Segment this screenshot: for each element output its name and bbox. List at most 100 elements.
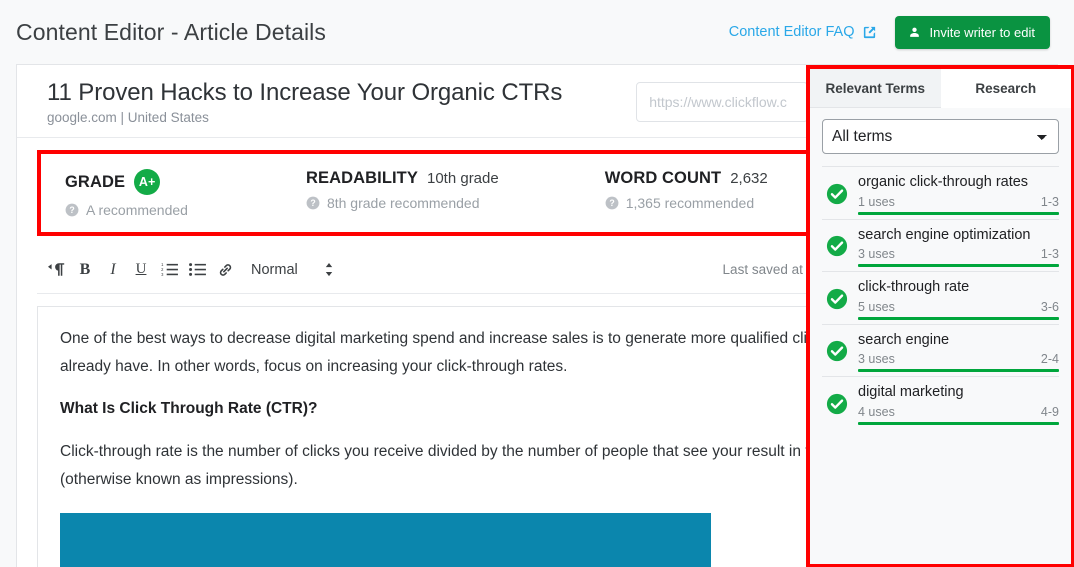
metric-readability-value: 10th grade [426,170,499,187]
article-title: 11 Proven Hacks to Increase Your Organic… [47,79,563,106]
term-name: digital marketing [858,384,964,401]
check-circle-icon [826,393,848,415]
term-meta: 4 uses 4-9 [858,405,1059,419]
metric-readability-top: READABILITY 10th grade [306,169,499,188]
metric-grade-top: GRADE A+ [65,169,188,195]
invite-button-label: Invite writer to edit [929,24,1036,40]
up-down-chevron-icon [325,262,332,277]
sidebar-body: All terms organic click-through rates 1 … [810,108,1071,429]
term-uses: 1 uses [858,194,895,209]
metric-readability-sub-label: 8th grade recommended [326,195,480,211]
term-content: search engine 3 uses 2-4 [858,331,1059,373]
list-item[interactable]: search engine optimization 3 uses 1-3 [822,218,1059,272]
term-range: 2-4 [1040,352,1059,367]
sidebar-tabs: Relevant Terms Research [810,69,1071,108]
metric-grade: GRADE A+ ? A recommended [65,169,188,218]
article-subtitle: google.com | United States [47,110,209,125]
metric-readability-sub: ? 8th grade recommended [306,195,499,211]
link-glyph [219,263,231,276]
term-meta: 5 uses 3-6 [858,300,1059,314]
metric-word-count-sub-label: 1,365 recommended [625,195,755,211]
term-uses: 3 uses [858,247,895,262]
italic-icon[interactable]: I [99,257,127,283]
term-progress-bar [858,316,1059,320]
term-uses: 3 uses [858,352,895,367]
term-progress-bar [858,264,1059,268]
metric-word-count-top: WORD COUNT 2,632 [605,169,768,188]
metric-word-count: WORD COUNT 2,632 ? 1,365 recommended [605,169,768,211]
term-list: organic click-through rates 1 uses 1-3 s… [822,166,1059,429]
bold-icon[interactable]: B [71,257,99,283]
top-bar-actions: Content Editor FAQ Invite writer to edit [729,15,1050,49]
metric-word-count-label: WORD COUNT [604,169,722,187]
term-meta: 3 uses 2-4 [858,352,1059,366]
term-range: 4-9 [1040,404,1059,419]
term-content: organic click-through rates 1 uses 1-3 [858,173,1059,215]
url-input[interactable] [636,82,809,122]
list-item[interactable]: click-through rate 5 uses 3-6 [822,271,1059,324]
unordered-list-icon[interactable] [183,257,211,283]
tab-research[interactable]: Research [940,69,1071,108]
invite-writer-to-edit-button[interactable]: Invite writer to edit [894,15,1050,49]
svg-text:3: 3 [161,272,164,277]
help-circle-icon[interactable]: ? [65,203,79,217]
user-icon [909,27,919,37]
metric-grade-sub: ? A recommended [65,202,188,218]
help-circle-icon[interactable]: ? [605,196,619,210]
term-range: 3-6 [1040,299,1059,314]
editor-card: 11 Proven Hacks to Increase Your Organic… [16,64,1074,567]
term-content: click-through rate 5 uses 3-6 [858,278,1059,320]
check-circle-icon [826,288,848,309]
list-item[interactable]: digital marketing 4 uses 4-9 [822,376,1059,429]
term-range: 1-3 [1040,194,1059,209]
check-circle-icon [826,183,848,204]
term-range: 1-3 [1040,247,1059,262]
svg-text:?: ? [310,198,315,208]
underline-icon[interactable]: U [127,257,155,283]
external-link-icon [863,26,875,38]
list-item[interactable]: organic click-through rates 1 uses 1-3 [822,166,1059,219]
term-meta: 3 uses 1-3 [858,247,1059,261]
svg-text:?: ? [609,198,614,208]
list-item[interactable]: search engine 3 uses 2-4 [822,323,1059,377]
check-circle-icon [826,236,848,257]
check-circle-icon [826,341,848,362]
ordered-list-icon[interactable]: 1 2 3 [155,257,183,283]
metric-word-count-sub: ? 1,365 recommended [605,195,768,211]
metric-grade-sub-label: A recommended [86,202,188,218]
term-uses: 4 uses [858,404,895,419]
content-editor-faq-link[interactable]: Content Editor FAQ [729,24,877,40]
top-bar: Content Editor - Article Details Content… [0,0,1074,64]
paragraph-direction-glyph [48,263,65,276]
terms-sidebar-annotation-box: Relevant Terms Research All terms organi… [806,65,1074,567]
metric-readability: READABILITY 10th grade ? 8th grade recom… [306,169,499,211]
metric-word-count-value: 2,632 [730,170,768,187]
unordered-list-glyph [188,263,206,276]
tab-relevant-terms[interactable]: Relevant Terms [810,69,941,108]
metric-grade-label: GRADE [65,172,126,191]
page-title: Content Editor - Article Details [16,18,326,45]
term-name: search engine optimization [858,226,1031,243]
paragraph-direction-icon[interactable] [43,257,71,283]
ordered-list-glyph: 1 2 3 [161,262,178,277]
metric-readability-label: READABILITY [305,169,418,187]
article-identity: 11 Proven Hacks to Increase Your Organic… [33,79,636,125]
term-content: digital marketing 4 uses 4-9 [858,383,1059,425]
term-progress-bar [858,211,1059,215]
link-icon[interactable] [211,257,239,283]
text-style-dropdown[interactable]: Normal [251,262,334,278]
help-circle-icon[interactable]: ? [306,196,320,210]
document-image: CLICKS [60,513,711,567]
term-filter-select[interactable]: All terms [822,119,1059,154]
grade-badge: A+ [134,169,161,195]
term-meta: 1 uses 1-3 [858,195,1059,209]
term-progress-bar [858,421,1059,425]
term-name: organic click-through rates [858,174,1029,190]
term-name: click-through rate [858,279,970,296]
term-content: search engine optimization 3 uses 1-3 [858,226,1059,268]
term-progress-bar [858,369,1059,373]
text-style-value: Normal [251,261,298,278]
term-uses: 5 uses [858,299,895,314]
svg-text:?: ? [69,205,74,215]
faq-link-label: Content Editor FAQ [728,24,855,40]
